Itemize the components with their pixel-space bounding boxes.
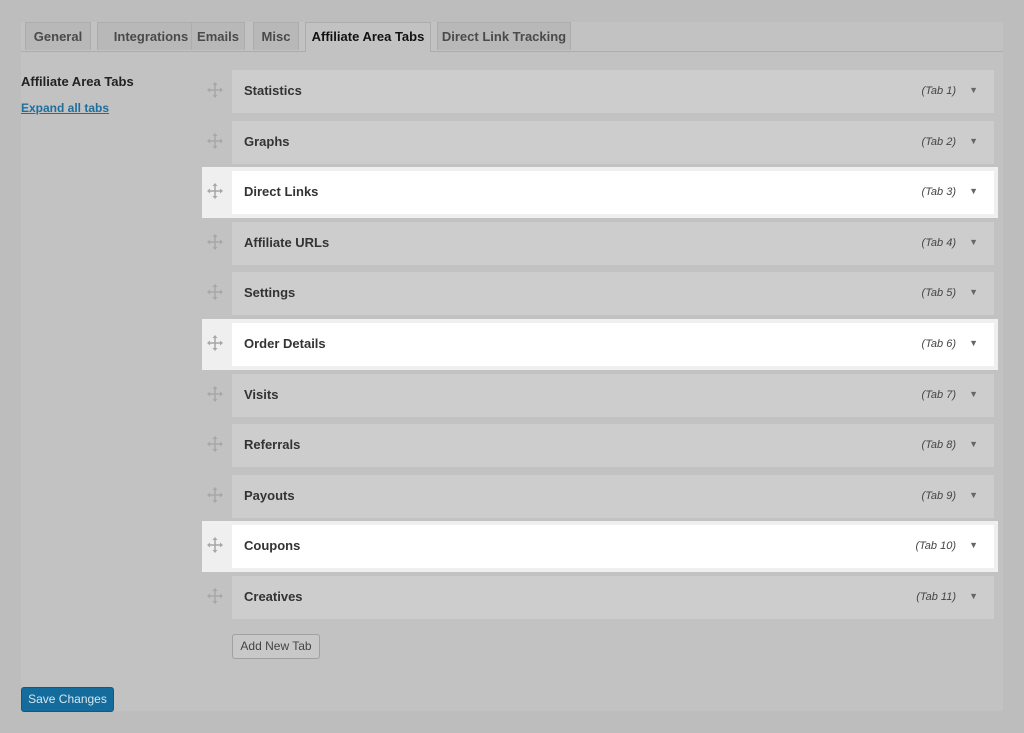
caret-down-icon[interactable]: ▼ — [969, 186, 978, 196]
caret-down-icon[interactable]: ▼ — [969, 136, 978, 146]
tab-row-header[interactable]: Direct Links (Tab 3) ▼ — [232, 171, 994, 215]
tab-row-header[interactable]: Graphs (Tab 2) ▼ — [232, 120, 994, 164]
caret-down-icon[interactable]: ▼ — [969, 389, 978, 399]
tab-list-item: Affiliate URLs (Tab 4) ▼ — [202, 218, 998, 269]
move-icon[interactable] — [206, 587, 224, 605]
save-changes-button[interactable]: Save Changes — [21, 687, 114, 712]
tab-row-header[interactable]: Affiliate URLs (Tab 4) ▼ — [232, 221, 994, 265]
tab-row-number: (Tab 8) — [921, 439, 956, 452]
move-icon[interactable] — [206, 334, 224, 352]
tab-row-number: (Tab 7) — [921, 388, 956, 401]
tab-row-number: (Tab 3) — [921, 186, 956, 199]
caret-down-icon[interactable]: ▼ — [969, 439, 978, 449]
caret-down-icon[interactable]: ▼ — [969, 591, 978, 601]
tab-row-header[interactable]: Settings (Tab 5) ▼ — [232, 272, 994, 316]
tab-row-label: Statistics — [244, 83, 302, 98]
tab-row-number: (Tab 4) — [921, 236, 956, 249]
section-title: Affiliate Area Tabs — [21, 74, 134, 89]
tab-list-item: Graphs (Tab 2) ▼ — [202, 117, 998, 168]
tab-row-number: (Tab 1) — [921, 85, 956, 97]
move-icon[interactable] — [206, 536, 224, 554]
caret-down-icon[interactable]: ▼ — [969, 490, 978, 500]
tab-row-label: Visits — [244, 386, 279, 402]
tab-list-item: Statistics (Tab 1) ▼ — [202, 66, 998, 117]
tab-list-item: Settings (Tab 5) ▼ — [202, 268, 998, 319]
tab-direct-link-tracking[interactable]: Direct Link Tracking — [437, 22, 571, 50]
tab-list-item: Order Details (Tab 6) ▼ — [202, 319, 998, 370]
tab-row-header[interactable]: Order Details (Tab 6) ▼ — [232, 323, 994, 366]
tab-list-item: Creatives (Tab 11) ▼ — [202, 572, 998, 623]
tab-row-label: Order Details — [244, 336, 326, 351]
add-new-tab-button[interactable]: Add New Tab — [232, 634, 320, 659]
tab-row-label: Graphs — [244, 133, 290, 149]
tab-row-label: Settings — [244, 285, 296, 301]
tab-misc[interactable]: Misc — [253, 22, 299, 50]
tab-row-label: Direct Links — [244, 184, 319, 200]
caret-down-icon[interactable]: ▼ — [969, 287, 978, 297]
tab-list-item: Direct Links (Tab 3) ▼ — [202, 167, 998, 219]
tab-row-number: (Tab 9) — [921, 489, 956, 502]
tab-row-label: Coupons — [244, 538, 301, 554]
tab-row-number: (Tab 2) — [921, 135, 956, 148]
expand-all-tabs-link[interactable]: Expand all tabs — [21, 101, 109, 115]
tab-list-item: Payouts (Tab 9) ▼ — [202, 471, 998, 522]
move-icon[interactable] — [206, 233, 224, 251]
tab-row-header[interactable]: Statistics (Tab 1) ▼ — [232, 70, 994, 113]
tab-row-header[interactable]: Referrals (Tab 8) ▼ — [232, 424, 994, 468]
tab-general[interactable]: General — [25, 22, 91, 50]
caret-down-icon[interactable]: ▼ — [969, 85, 978, 95]
move-icon[interactable] — [206, 182, 224, 200]
tab-row-header[interactable]: Coupons (Tab 10) ▼ — [232, 525, 994, 569]
tab-integrations[interactable]: Integrations — [97, 22, 205, 50]
move-icon[interactable] — [206, 385, 224, 403]
move-icon[interactable] — [206, 132, 224, 150]
tab-row-header[interactable]: Payouts (Tab 9) ▼ — [232, 474, 994, 518]
caret-down-icon[interactable]: ▼ — [969, 540, 978, 550]
tab-row-label: Referrals — [244, 437, 301, 453]
move-icon[interactable] — [206, 435, 224, 453]
tab-list-item: Visits (Tab 7) ▼ — [202, 370, 998, 421]
caret-down-icon[interactable]: ▼ — [969, 237, 978, 247]
tab-row-number: (Tab 5) — [921, 287, 956, 300]
tab-row-number: (Tab 11) — [916, 591, 956, 603]
move-icon[interactable] — [206, 486, 224, 504]
move-icon[interactable] — [206, 283, 224, 301]
caret-down-icon[interactable]: ▼ — [969, 338, 978, 348]
tab-emails[interactable]: Emails — [191, 22, 245, 50]
tab-row-header[interactable]: Creatives (Tab 11) ▼ — [232, 576, 994, 619]
tab-row-label: Payouts — [244, 487, 295, 503]
tab-list-item: Referrals (Tab 8) ▼ — [202, 420, 998, 471]
tab-row-label: Creatives — [244, 589, 303, 604]
tab-affiliate-area-tabs[interactable]: Affiliate Area Tabs — [305, 22, 431, 52]
tab-row-label: Affiliate URLs — [244, 234, 330, 250]
tab-row-number: (Tab 6) — [921, 338, 956, 350]
tab-row-header[interactable]: Visits (Tab 7) ▼ — [232, 373, 994, 417]
tab-row-number: (Tab 10) — [915, 540, 956, 553]
tab-list-item: Coupons (Tab 10) ▼ — [202, 521, 998, 573]
move-icon[interactable] — [206, 81, 224, 99]
settings-tabs: General Integrations Emails Misc Affilia… — [21, 22, 1003, 52]
